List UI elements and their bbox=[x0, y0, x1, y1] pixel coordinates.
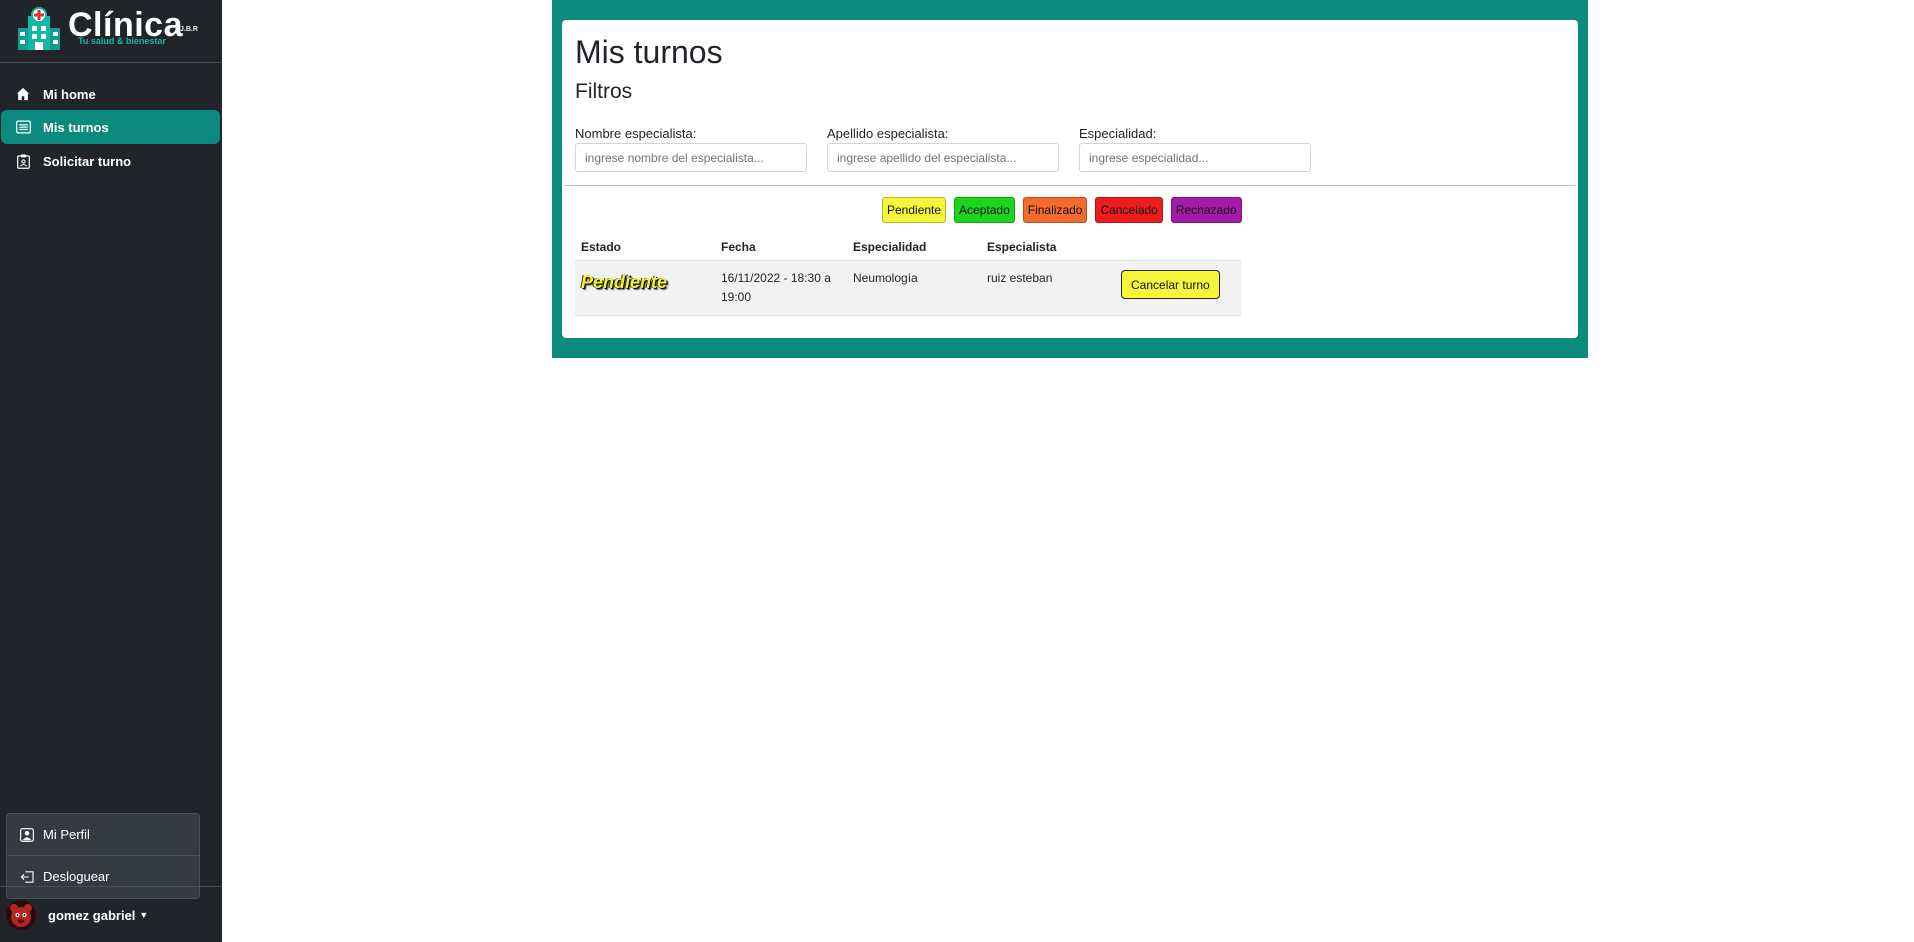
filter-label: Apellido especialista: bbox=[827, 126, 949, 141]
status-chip-cancelado[interactable]: Cancelado bbox=[1095, 197, 1163, 223]
column-header-especialista: Especialista bbox=[981, 234, 1115, 261]
sidebar-item-label: Mi home bbox=[43, 86, 96, 102]
estado-pendiente-text: Pendiente bbox=[581, 272, 668, 292]
page-title: Mis turnos bbox=[575, 34, 723, 70]
home-icon bbox=[15, 86, 31, 102]
status-chip-aceptado[interactable]: Aceptado bbox=[954, 197, 1015, 223]
nombre-especialista-input[interactable] bbox=[575, 143, 807, 172]
clipboard-icon bbox=[15, 153, 31, 169]
sidebar-divider bbox=[0, 886, 222, 887]
clinic-logo[interactable]: Clínica J.B.R Tu salud & bienestar bbox=[14, 4, 204, 54]
cell-especialista: ruiz esteban bbox=[981, 260, 1115, 316]
cell-estado: Pendiente bbox=[575, 260, 715, 316]
user-dropdown-toggle[interactable]: gomez gabriel ▼ bbox=[6, 900, 148, 930]
turnos-card: Mis turnos Filtros Nombre especialista: … bbox=[562, 20, 1578, 338]
menu-item-desloguear[interactable]: Desloguear bbox=[7, 856, 199, 897]
sidebar-divider bbox=[0, 62, 222, 63]
sidebar-item-solicitar-turno[interactable]: Solicitar turno bbox=[1, 144, 220, 178]
sidebar-item-label: Mis turnos bbox=[43, 119, 109, 135]
column-header-fecha: Fecha bbox=[715, 234, 847, 261]
person-icon bbox=[19, 827, 35, 843]
turnos-panel: Mis turnos Filtros Nombre especialista: … bbox=[552, 0, 1588, 358]
brand-tagline: Tu salud & bienestar bbox=[78, 36, 166, 46]
especialidad-input[interactable] bbox=[1079, 143, 1311, 172]
sidebar: Clínica J.B.R Tu salud & bienestar Mi ho… bbox=[0, 0, 222, 942]
turnos-table: Estado Fecha Especialidad Especialista P… bbox=[575, 234, 1241, 316]
status-chip-pendiente[interactable]: Pendiente bbox=[882, 197, 947, 223]
cell-fecha: 16/11/2022 - 18:30 a 19:00 bbox=[715, 260, 847, 316]
hospital-icon bbox=[18, 7, 60, 50]
table-header-row: Estado Fecha Especialidad Especialista bbox=[575, 234, 1241, 261]
column-header-actions bbox=[1115, 234, 1241, 261]
menu-item-label: Desloguear bbox=[43, 869, 110, 884]
column-header-estado: Estado bbox=[575, 234, 715, 261]
filter-nombre-especialista: Nombre especialista: bbox=[575, 126, 807, 172]
filter-especialidad: Especialidad: bbox=[1079, 126, 1311, 172]
user-name: gomez gabriel bbox=[48, 907, 136, 923]
filter-label: Especialidad: bbox=[1079, 126, 1157, 141]
list-icon bbox=[15, 119, 31, 135]
filter-label: Nombre especialista: bbox=[575, 126, 697, 141]
avatar bbox=[6, 900, 36, 930]
cell-especialidad: Neumología bbox=[847, 260, 981, 316]
menu-item-mi-perfil[interactable]: Mi Perfil bbox=[7, 814, 199, 855]
cell-actions: Cancelar turno bbox=[1115, 260, 1241, 316]
menu-item-label: Mi Perfil bbox=[43, 827, 90, 842]
filters-divider bbox=[565, 185, 1575, 186]
filters-title: Filtros bbox=[575, 80, 633, 103]
status-chip-rechazado[interactable]: Rechazado bbox=[1170, 197, 1242, 223]
logout-icon bbox=[19, 869, 35, 885]
column-header-especialidad: Especialidad bbox=[847, 234, 981, 261]
cancelar-turno-button[interactable]: Cancelar turno bbox=[1121, 270, 1220, 299]
brand-suffix: J.B.R bbox=[180, 26, 198, 33]
apellido-especialista-input[interactable] bbox=[827, 143, 1059, 172]
sidebar-item-mis-turnos[interactable]: Mis turnos bbox=[1, 110, 220, 144]
sidebar-item-mi-home[interactable]: Mi home bbox=[1, 77, 220, 111]
filter-apellido-especialista: Apellido especialista: bbox=[827, 126, 1059, 172]
sidebar-item-label: Solicitar turno bbox=[43, 153, 132, 169]
status-chip-finalizado[interactable]: Finalizado bbox=[1022, 197, 1088, 223]
status-legend: Pendiente Aceptado Finalizado Cancelado … bbox=[882, 197, 1242, 223]
caret-down-icon: ▼ bbox=[139, 910, 149, 920]
table-row: Pendiente 16/11/2022 - 18:30 a 19:00 Neu… bbox=[575, 260, 1241, 316]
